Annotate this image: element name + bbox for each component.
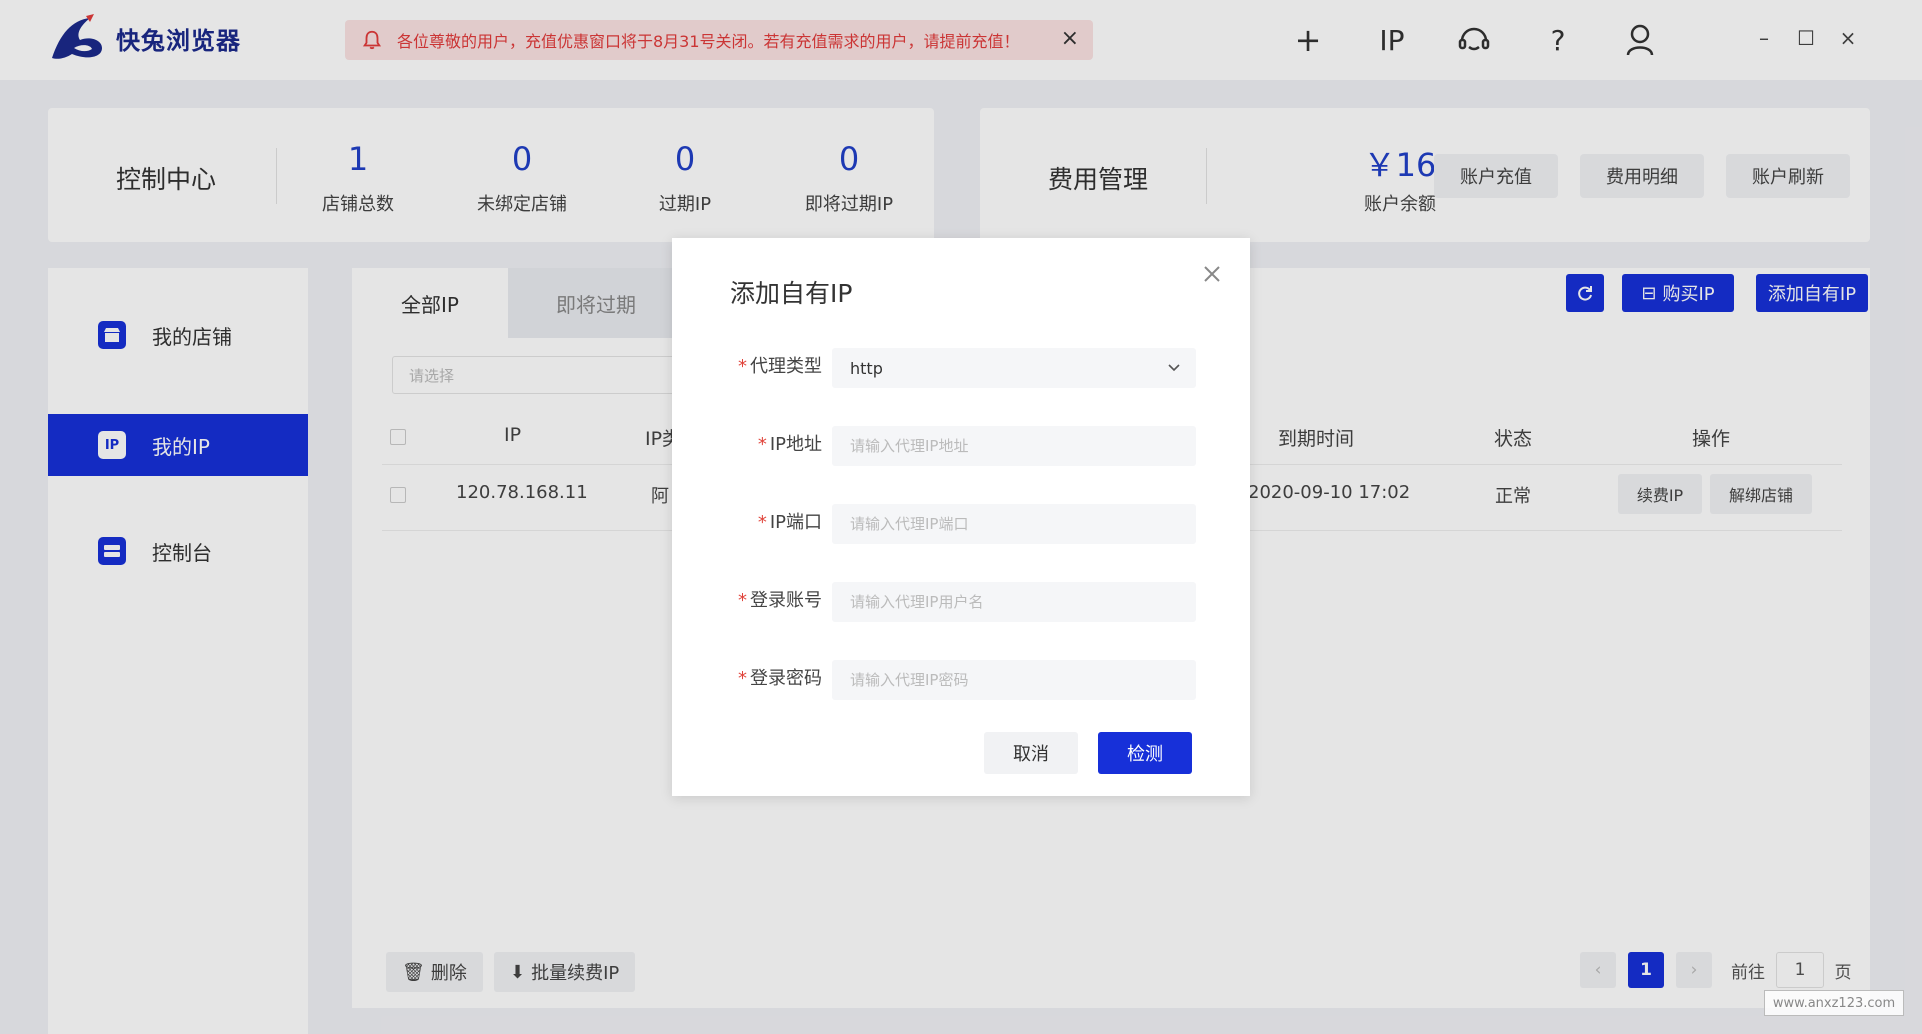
proxy-type-value: http	[850, 358, 883, 378]
required-mark: *	[738, 590, 747, 611]
login-password-input[interactable]	[832, 660, 1196, 700]
login-account-input[interactable]	[832, 582, 1196, 622]
proxy-type-select[interactable]: http	[832, 348, 1196, 388]
required-mark: *	[757, 434, 767, 455]
check-button[interactable]: 检测	[1098, 732, 1192, 774]
login-password-label-text: 登录密码	[750, 668, 822, 689]
proxy-type-label-text: 代理类型	[750, 356, 822, 377]
chevron-down-icon	[1168, 364, 1180, 372]
ip-port-label: * IP端口	[712, 508, 822, 534]
ip-port-label-text: IP端口	[769, 512, 822, 533]
required-mark: *	[757, 512, 767, 533]
cancel-button[interactable]: 取消	[984, 732, 1078, 774]
login-account-label-text: 登录账号	[750, 590, 822, 611]
proxy-type-label: * 代理类型	[712, 352, 822, 378]
required-mark: *	[738, 356, 747, 377]
ip-address-label: * IP地址	[712, 430, 822, 456]
login-account-label: * 登录账号	[712, 586, 822, 612]
add-own-ip-dialog: 添加自有IP *代理类型 http *IP地址 *IP端口 *登录账号 *登录密…	[672, 238, 1250, 796]
required-mark: *	[738, 668, 747, 689]
ip-address-input[interactable]	[832, 426, 1196, 466]
ip-port-input[interactable]	[832, 504, 1196, 544]
ip-address-label-text: IP地址	[769, 434, 822, 455]
close-icon[interactable]	[1200, 262, 1224, 286]
dialog-title: 添加自有IP	[730, 279, 853, 308]
watermark: www.anxz123.com	[1764, 990, 1904, 1016]
login-password-label: * 登录密码	[712, 664, 822, 690]
